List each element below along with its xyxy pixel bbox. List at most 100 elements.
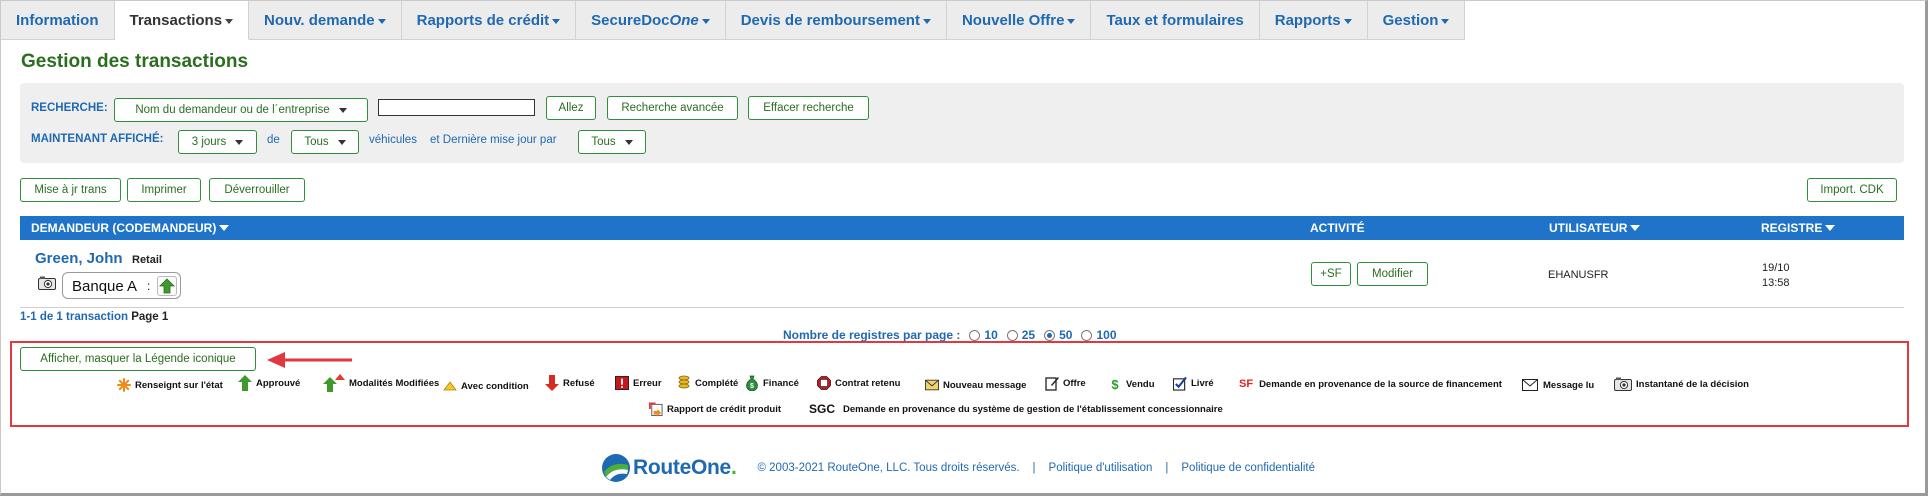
routeone-logo-icon: [602, 454, 630, 482]
header-label: UTILISATEUR: [1549, 221, 1628, 235]
update-transaction-button[interactable]: Mise à jr trans: [20, 178, 121, 202]
days-select[interactable]: 3 jours: [178, 130, 257, 154]
legend-label: Approuvé: [256, 377, 301, 389]
add-sf-button[interactable]: +SF: [1311, 262, 1351, 286]
tab-reports[interactable]: Rapports: [1259, 1, 1368, 40]
chevron-down-icon: [1343, 18, 1352, 24]
copyright-text: © 2003-2021 RouteOne, LLC. Tous droits r…: [757, 462, 1020, 474]
legend-label: Nouveau message: [943, 379, 1027, 391]
logo-dot: .: [730, 456, 737, 479]
chevron-down-icon: [377, 18, 386, 24]
tab-management[interactable]: Gestion: [1367, 1, 1466, 40]
chevron-down-icon: [624, 139, 633, 145]
legend-label: Refusé: [563, 377, 595, 389]
chevron-down-icon: [337, 139, 346, 145]
modify-button[interactable]: Modifier: [1357, 262, 1428, 286]
legend-label: Modalités Modifiées: [349, 377, 440, 389]
header-label: DEMANDEUR (CODEMANDEUR): [31, 221, 217, 235]
legend-label: Rapport de crédit produit: [667, 403, 781, 415]
terms-modified-icon: [323, 374, 345, 392]
tab-credit-reports[interactable]: Rapports de crédit: [401, 1, 577, 40]
page-label: Page: [131, 311, 159, 323]
legend-contract-held: Contrat retenu: [817, 376, 900, 390]
legend-sf: SF Demande en provenance de la source de…: [1239, 377, 1502, 391]
tab-rates-forms[interactable]: Taux et formulaires: [1091, 1, 1260, 40]
legend-funded: $ Financé: [745, 375, 799, 391]
register-column-header[interactable]: REGISTRE: [1761, 221, 1836, 235]
legend-credit-report: Rapport de crédit produit: [649, 402, 781, 416]
logo-wordmark: RouteOne: [633, 456, 731, 479]
tab-label: Gestion: [1382, 11, 1439, 29]
lender-name: Banque A: [72, 278, 138, 295]
legend-sgc: SGC Demande en provenance du système de …: [809, 402, 1223, 416]
legend-label: Complété: [695, 377, 739, 389]
print-button[interactable]: Imprimer: [127, 178, 201, 202]
tab-label: Transactions: [129, 11, 223, 29]
legend-label: Vendu: [1126, 378, 1155, 390]
advanced-search-button[interactable]: Recherche avancée: [607, 96, 738, 120]
legend-message-read: Message lu: [1521, 378, 1594, 392]
legend-decision-snapshot: Instantané de la décision: [1614, 377, 1749, 391]
per-page-radio-50[interactable]: [1044, 329, 1056, 341]
tab-payoff-quote[interactable]: Devis de remboursement: [725, 1, 947, 40]
showing-label: MAINTENANT AFFICHÉ:: [31, 133, 164, 145]
offer-icon: [1045, 376, 1059, 391]
lender-colon: :: [147, 279, 151, 293]
legend-sold: $ Vendu: [1108, 377, 1155, 392]
privacy-policy-link[interactable]: Politique de confidentialité: [1181, 462, 1315, 474]
decision-snapshot-icon[interactable]: [38, 276, 56, 290]
vehicles-label: véhicules: [369, 134, 417, 146]
legend-conditional: Avec condition: [443, 379, 529, 393]
search-field-select[interactable]: Nom du demandeur ou de l´entreprise: [114, 98, 368, 122]
chevron-down-icon: [922, 18, 931, 24]
app-window: Information Transactions Nouv. demande R…: [0, 0, 1928, 496]
pagination-summary: 1-1 de 1 transaction Page 1: [20, 311, 168, 323]
terms-of-use-link[interactable]: Politique d'utilisation: [1049, 462, 1153, 474]
updated-by-select[interactable]: Tous: [578, 130, 646, 154]
table-header: DEMANDEUR (CODEMANDEUR) ACTIVITÉ UTILISA…: [20, 216, 1904, 240]
legend-label: Livré: [1191, 377, 1214, 389]
import-cdk-button[interactable]: Import. CDK: [1807, 178, 1897, 202]
per-page-label: Nombre de registres par page :: [783, 328, 961, 342]
tab-label: Rapports de crédit: [416, 11, 550, 29]
tab-label-italic: One: [669, 11, 699, 29]
tab-information[interactable]: Information: [1, 1, 115, 40]
per-page-radio-100[interactable]: [1081, 329, 1093, 341]
deal-type: Retail: [132, 254, 162, 266]
per-page-option: 50: [1059, 328, 1073, 342]
unlock-button[interactable]: Déverrouiller: [209, 178, 305, 202]
tab-new-offer[interactable]: Nouvelle Offre: [946, 1, 1092, 40]
sort-down-icon: [219, 225, 230, 231]
tab-label: Nouvelle Offre: [961, 11, 1065, 29]
clear-search-button[interactable]: Effacer recherche: [748, 96, 869, 120]
tab-securedoc[interactable]: SecureDoc One: [576, 1, 726, 40]
per-page-radio-25[interactable]: [1006, 329, 1018, 341]
approved-arrow-icon[interactable]: [157, 276, 177, 296]
legend-label: Message lu: [1543, 379, 1595, 391]
vehicles-select[interactable]: Tous: [291, 130, 359, 154]
legend-offer: Offre: [1045, 376, 1086, 391]
select-value: Tous: [591, 136, 616, 148]
legend-declined: Refusé: [545, 375, 595, 391]
lender-status-box[interactable]: Banque A :: [62, 272, 181, 299]
tab-label: Rapports: [1274, 11, 1341, 29]
go-button[interactable]: Allez: [546, 96, 596, 120]
search-label: RECHERCHE:: [31, 102, 108, 114]
sf-icon: SF: [1239, 378, 1254, 390]
per-page-radio-10[interactable]: [969, 329, 981, 341]
tab-label: Information: [16, 11, 99, 29]
credit-report-icon: [649, 402, 663, 416]
tab-new-application[interactable]: Nouv. demande: [249, 1, 402, 40]
tab-transactions[interactable]: Transactions: [114, 1, 250, 40]
svg-text:$: $: [750, 383, 754, 390]
register-date: 19/10: [1762, 262, 1790, 274]
applicant-name-link[interactable]: Green, John: [35, 250, 123, 267]
toggle-legend-button[interactable]: Afficher, masquer la Légende iconique: [20, 347, 256, 371]
per-page-option: 100: [1096, 328, 1117, 342]
chevron-down-icon: [1067, 18, 1076, 24]
legend-approved: Approuvé: [238, 375, 301, 391]
user-column-header[interactable]: UTILISATEUR: [1549, 221, 1641, 235]
page-number: 1: [161, 311, 169, 323]
search-input[interactable]: [378, 99, 535, 116]
applicant-column-header[interactable]: DEMANDEUR (CODEMANDEUR): [31, 221, 230, 235]
